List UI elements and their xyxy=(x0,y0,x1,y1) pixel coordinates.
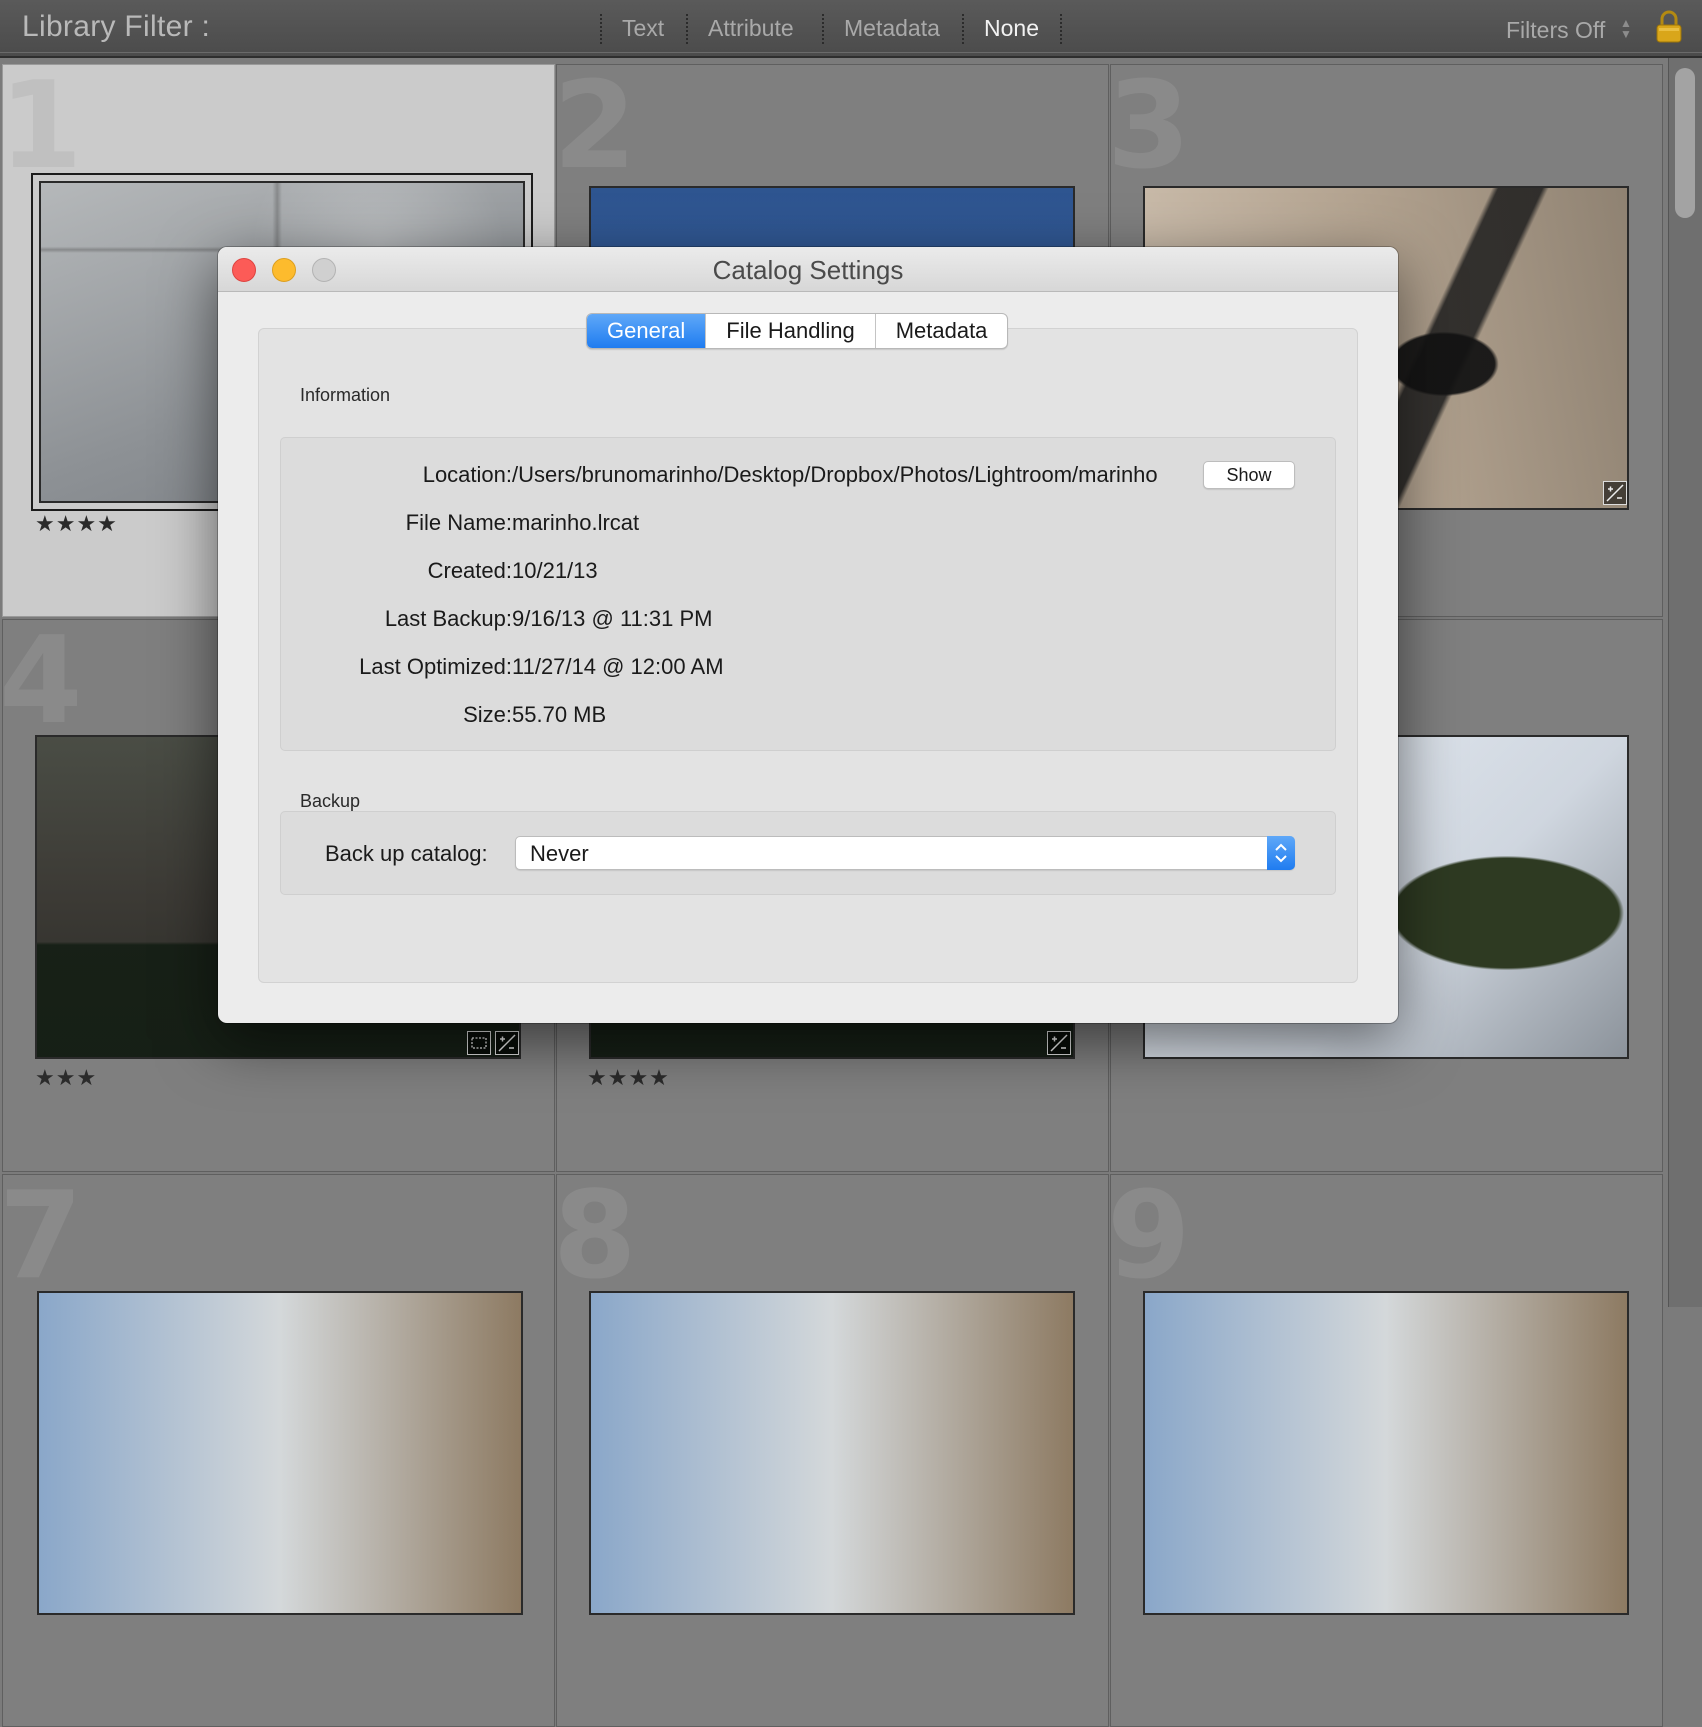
settings-tabs: General File Handling Metadata xyxy=(586,313,1009,349)
library-filter-bar: Library Filter : Text Attribute Metadata… xyxy=(0,0,1702,58)
filter-preset-select[interactable]: Filters Off xyxy=(1506,17,1605,44)
star-rating[interactable]: ★★★★ xyxy=(35,511,118,537)
develop-adjustment-icon[interactable] xyxy=(495,1031,519,1055)
backup-heading: Backup xyxy=(300,791,361,811)
backup-catalog-label: Back up catalog: xyxy=(325,841,488,866)
grid-cell[interactable]: 8 xyxy=(556,1174,1109,1727)
divider xyxy=(1060,14,1062,44)
cell-index: 7 xyxy=(2,1174,83,1306)
file-name-value: marinho.lrcat xyxy=(512,510,640,535)
filter-text-option[interactable]: Text xyxy=(622,15,664,42)
backup-catalog-selected: Never xyxy=(530,841,589,866)
photo-thumbnail[interactable] xyxy=(589,1291,1075,1615)
cell-index: 2 xyxy=(556,64,637,196)
divider xyxy=(686,14,688,44)
cell-index: 9 xyxy=(1110,1174,1191,1306)
cell-index: 1 xyxy=(2,64,83,196)
photo-thumbnail[interactable] xyxy=(37,1291,523,1615)
last-backup-label: Last Backup: xyxy=(384,606,512,631)
scrollbar-thumb[interactable] xyxy=(1675,68,1695,218)
divider xyxy=(962,14,964,44)
library-filter-title: Library Filter : xyxy=(22,10,211,43)
tab-general[interactable]: General xyxy=(587,314,706,348)
location-value: /Users/brunomarinho/Desktop/Dropbox/Phot… xyxy=(512,462,1158,487)
last-optimized-value: 11/27/14 @ 12:00 AM xyxy=(512,654,724,679)
chevron-updown-icon[interactable]: ▲ ▼ xyxy=(1620,17,1632,40)
padlock-icon[interactable] xyxy=(1654,10,1684,44)
tab-file-handling[interactable]: File Handling xyxy=(705,314,874,348)
cell-index: 4 xyxy=(2,619,83,751)
cell-index: 8 xyxy=(556,1174,637,1306)
star-rating[interactable]: ★★★ xyxy=(35,1065,97,1091)
star-rating[interactable]: ★★★★ xyxy=(587,1065,670,1091)
grid-cell[interactable]: 9 xyxy=(1110,1174,1663,1727)
chevron-updown-icon[interactable] xyxy=(1267,836,1295,870)
filter-none-option[interactable]: None xyxy=(984,15,1039,42)
show-location-button[interactable]: Show xyxy=(1203,461,1295,489)
develop-adjustment-icon[interactable] xyxy=(1047,1031,1071,1055)
crop-icon[interactable] xyxy=(467,1031,491,1055)
file-name-label: File Name: xyxy=(405,510,512,535)
catalog-settings-dialog: Catalog Settings General File Handling M… xyxy=(218,247,1398,1023)
tab-metadata[interactable]: Metadata xyxy=(874,314,1008,348)
filter-attribute-option[interactable]: Attribute xyxy=(708,15,794,42)
grid-cell[interactable]: 7 xyxy=(2,1174,555,1727)
cell-index: 3 xyxy=(1110,64,1191,196)
divider xyxy=(822,14,824,44)
created-label: Created: xyxy=(427,558,512,583)
information-labels: Location: File Name: Created: Last Backu… xyxy=(280,247,512,1023)
filter-metadata-option[interactable]: Metadata xyxy=(844,15,940,42)
size-value: 55.70 MB xyxy=(512,702,607,727)
develop-adjustment-icon[interactable] xyxy=(1603,481,1627,505)
created-value: 10/21/13 xyxy=(512,558,598,583)
photo-thumbnail[interactable] xyxy=(1143,1291,1629,1615)
divider xyxy=(600,14,602,44)
backup-catalog-select[interactable]: Never xyxy=(515,836,1295,870)
size-label: Size: xyxy=(463,702,512,727)
grid-scrollbar[interactable] xyxy=(1668,58,1702,1307)
last-backup-value: 9/16/13 @ 11:31 PM xyxy=(512,606,713,631)
last-optimized-label: Last Optimized: xyxy=(359,654,512,679)
location-label: Location: xyxy=(422,462,512,487)
